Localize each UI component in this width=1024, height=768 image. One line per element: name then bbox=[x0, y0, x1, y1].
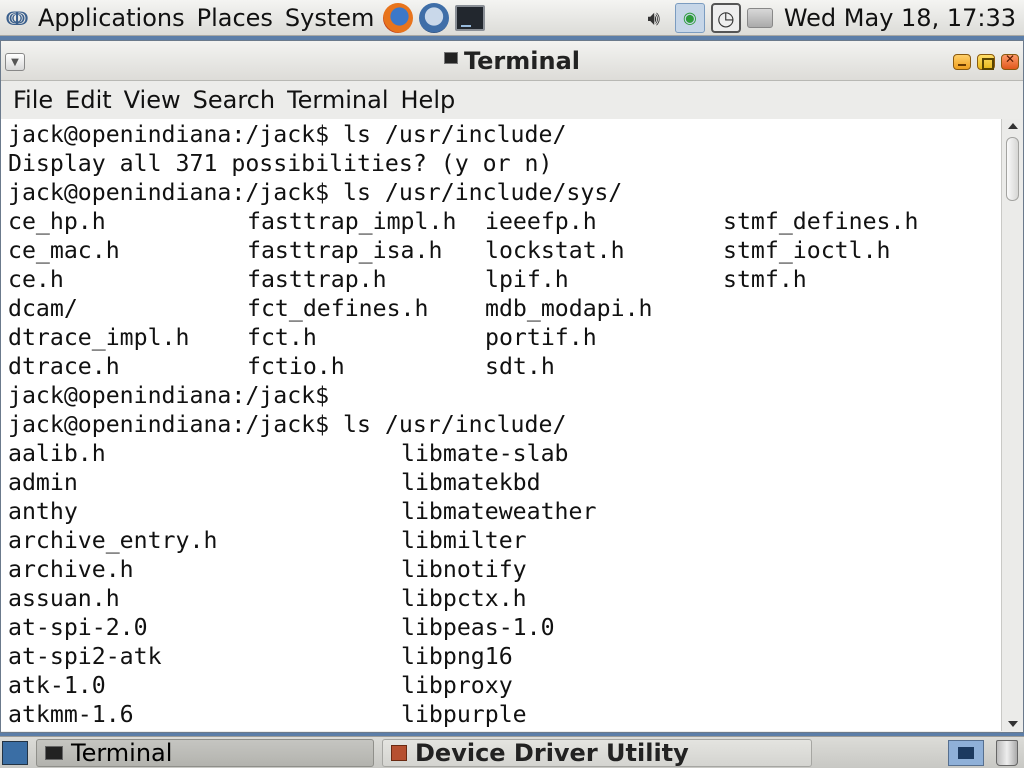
scroll-down-arrow-icon[interactable] bbox=[1008, 721, 1018, 727]
file-entry: anthy bbox=[8, 498, 78, 525]
file-entry: assuan.h bbox=[8, 585, 120, 612]
file-entry: fasttrap.h bbox=[247, 266, 387, 293]
file-entry: fasttrap_impl.h bbox=[247, 208, 457, 235]
menu-view[interactable]: View bbox=[118, 81, 187, 119]
terminal-title-icon bbox=[443, 51, 458, 64]
title-bar[interactable]: ▼ Terminal bbox=[1, 41, 1023, 81]
file-entry: admin bbox=[8, 469, 78, 496]
vertical-scrollbar[interactable] bbox=[1001, 119, 1023, 731]
file-entry: fctio.h bbox=[247, 353, 345, 380]
system-tray: 🔊︎ ◉ ◷ Wed May 18, 17:33 bbox=[636, 0, 1024, 36]
terminal-task-icon bbox=[45, 745, 63, 760]
terminal-window: ▼ Terminal File Edit View Search Termina… bbox=[0, 40, 1024, 733]
file-entry: libmatekbd bbox=[401, 469, 541, 496]
terminal-line: jack@openindiana:/jack$ ls /usr/include/… bbox=[8, 179, 623, 206]
network-icon[interactable]: ◉ bbox=[674, 2, 705, 33]
trash-icon[interactable] bbox=[996, 739, 1018, 766]
file-entry: mdb_modapi.h bbox=[485, 295, 653, 322]
applications-menu[interactable]: Applications bbox=[32, 0, 191, 36]
close-button[interactable] bbox=[1001, 52, 1019, 70]
menu-edit[interactable]: Edit bbox=[59, 81, 117, 119]
file-entry: lockstat.h bbox=[485, 237, 625, 264]
scrollbar-thumb[interactable] bbox=[1006, 137, 1019, 201]
menu-bar: File Edit View Search Terminal Help bbox=[1, 81, 1023, 119]
file-entry: libmate-slab bbox=[401, 440, 569, 467]
clock[interactable]: Wed May 18, 17:33 bbox=[776, 0, 1024, 36]
terminal-line: Display all 371 possibilities? (y or n) bbox=[8, 150, 553, 177]
file-entry: stmf.h bbox=[723, 266, 807, 293]
file-entry: ce_mac.h bbox=[8, 237, 120, 264]
file-entry: at-spi-2.0 bbox=[8, 614, 148, 641]
maximize-button[interactable] bbox=[977, 54, 995, 70]
menu-help[interactable]: Help bbox=[395, 81, 462, 119]
file-entry: ce_hp.h bbox=[8, 208, 106, 235]
menu-file[interactable]: File bbox=[7, 81, 59, 119]
terminal-line: jack@openindiana:/jack$ ls /usr/include/ bbox=[8, 121, 567, 148]
removable-disk-icon[interactable] bbox=[746, 7, 773, 28]
file-entry: lpif.h bbox=[485, 266, 569, 293]
bottom-panel: Terminal Device Driver Utility bbox=[0, 736, 1024, 768]
file-entry: libmateweather bbox=[401, 498, 597, 525]
workspace-switcher[interactable] bbox=[948, 739, 984, 766]
device-driver-utility-task-icon bbox=[391, 744, 407, 761]
file-entry: fct.h bbox=[247, 324, 317, 351]
file-entry: fasttrap_isa.h bbox=[247, 237, 443, 264]
file-entry: ieeefp.h bbox=[485, 208, 597, 235]
menu-terminal[interactable]: Terminal bbox=[281, 81, 394, 119]
file-entry: fct_defines.h bbox=[247, 295, 429, 322]
time-slider-icon[interactable]: ◷ bbox=[710, 2, 741, 33]
file-entry: libpctx.h bbox=[401, 585, 527, 612]
file-entry: stmf_defines.h bbox=[723, 208, 919, 235]
file-entry: dcam/ bbox=[8, 295, 78, 322]
show-desktop-icon[interactable] bbox=[2, 740, 28, 765]
file-entry: at-spi2-atk bbox=[8, 643, 162, 670]
file-entry: atk-1.0 bbox=[8, 672, 106, 699]
file-entry: dtrace_impl.h bbox=[8, 324, 190, 351]
file-entry: libpng16 bbox=[401, 643, 513, 670]
file-entry: ce.h bbox=[8, 266, 64, 293]
taskbar-item-device-driver-utility[interactable]: Device Driver Utility bbox=[382, 738, 812, 767]
file-entry: stmf_ioctl.h bbox=[723, 237, 891, 264]
taskbar-item-terminal[interactable]: Terminal bbox=[36, 738, 374, 767]
file-entry: libnotify bbox=[401, 556, 527, 583]
terminal-line: jack@openindiana:/jack$ ls /usr/include/ bbox=[8, 411, 567, 438]
firefox-launcher-icon[interactable] bbox=[383, 2, 414, 33]
terminal-output[interactable]: jack@openindiana:/jack$ ls /usr/include/… bbox=[1, 119, 1001, 731]
system-menu[interactable]: System bbox=[279, 0, 381, 36]
places-menu[interactable]: Places bbox=[191, 0, 279, 36]
file-entry: archive_entry.h bbox=[8, 527, 218, 554]
menu-search[interactable]: Search bbox=[187, 81, 281, 119]
file-entry: dtrace.h bbox=[8, 353, 120, 380]
file-entry: archive.h bbox=[8, 556, 134, 583]
window-menu-button[interactable]: ▼ bbox=[5, 53, 25, 71]
thunderbird-launcher-icon[interactable] bbox=[419, 2, 450, 33]
top-panel: ↈ Applications Places System 🔊︎ ◉ ◷ Wed … bbox=[0, 0, 1024, 36]
scroll-up-arrow-icon[interactable] bbox=[1008, 123, 1018, 129]
volume-icon[interactable]: 🔊︎ bbox=[639, 3, 669, 33]
taskbar-item-label: Terminal bbox=[71, 738, 173, 767]
file-entry: atkmm-1.6 bbox=[8, 701, 134, 728]
file-entry: libmilter bbox=[401, 527, 527, 554]
file-entry: portif.h bbox=[485, 324, 597, 351]
file-entry: libproxy bbox=[401, 672, 513, 699]
window-title: Terminal bbox=[463, 46, 581, 75]
file-entry: sdt.h bbox=[485, 353, 555, 380]
file-entry: libpeas-1.0 bbox=[401, 614, 555, 641]
minimize-button[interactable] bbox=[953, 54, 971, 70]
file-entry: aalib.h bbox=[8, 440, 106, 467]
terminal-launcher-icon[interactable] bbox=[455, 4, 486, 31]
openindiana-logo-icon[interactable]: ↈ bbox=[2, 3, 32, 33]
taskbar-item-label: Device Driver Utility bbox=[415, 738, 689, 767]
file-entry: libpurple bbox=[401, 701, 527, 728]
terminal-line: jack@openindiana:/jack$ bbox=[8, 382, 330, 409]
